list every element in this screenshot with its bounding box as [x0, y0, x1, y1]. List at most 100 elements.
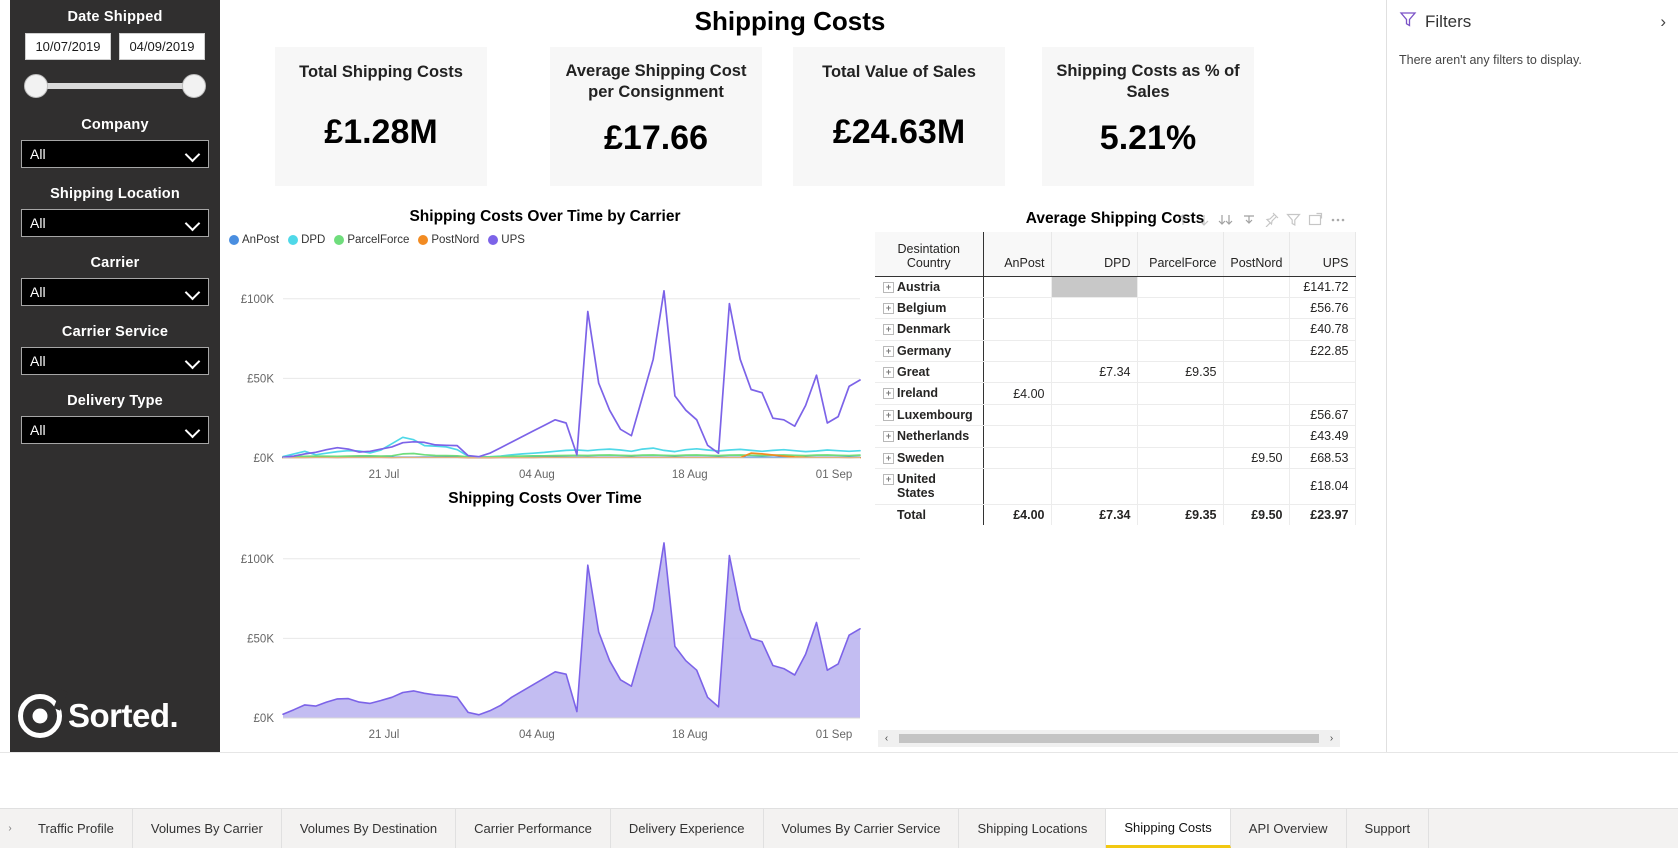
expand-row-icon[interactable]: +: [883, 409, 894, 421]
table-cell-postnord[interactable]: [1223, 468, 1290, 505]
tab-traffic-profile[interactable]: Traffic Profile: [20, 809, 133, 848]
table-cell-parcelforce[interactable]: [1137, 468, 1224, 505]
slicer-company-dropdown[interactable]: All: [21, 140, 209, 168]
expand-row-icon[interactable]: +: [883, 431, 894, 443]
table-cell-anpost[interactable]: [983, 297, 1052, 320]
kpi-card-total-shipping-costs[interactable]: Total Shipping Costs £1.28M: [275, 47, 487, 186]
slicer-carrier-service-dropdown[interactable]: All: [21, 347, 209, 375]
table-cell-postnord[interactable]: [1223, 382, 1290, 405]
slicer-carrier-dropdown[interactable]: All: [21, 278, 209, 306]
matrix-horizontal-scrollbar[interactable]: ‹ ›: [878, 730, 1340, 747]
table-cell-ups[interactable]: £141.72: [1289, 276, 1356, 298]
focus-mode-icon[interactable]: [1308, 212, 1323, 232]
table-cell-dpd[interactable]: £7.34: [1051, 361, 1138, 384]
table-cell-dpd[interactable]: [1051, 382, 1138, 405]
table-cell-parcelforce[interactable]: [1137, 297, 1224, 320]
table-cell-dpd[interactable]: [1051, 425, 1138, 448]
slicer-shipping-location-dropdown[interactable]: All: [21, 209, 209, 237]
page-tab-bar[interactable]: › Traffic Profile Volumes By Carrier Volum…: [0, 808, 1678, 848]
slicer-delivery-type-dropdown[interactable]: All: [21, 416, 209, 444]
table-cell-postnord[interactable]: [1223, 318, 1290, 341]
table-cell-ups[interactable]: £43.49: [1289, 425, 1356, 448]
table-cell-dpd[interactable]: [1051, 340, 1138, 363]
row-header-country[interactable]: + Sweden: [875, 447, 984, 469]
table-row[interactable]: + United States £18.04: [875, 468, 1356, 505]
table-cell-ups[interactable]: £56.76: [1289, 297, 1356, 320]
table-cell-anpost[interactable]: [983, 276, 1052, 298]
tab-carrier-performance[interactable]: Carrier Performance: [456, 809, 611, 848]
kpi-card-average-shipping-cost[interactable]: Average Shipping Cost per Consignment £1…: [550, 47, 762, 186]
table-cell-anpost[interactable]: £4.00: [983, 382, 1052, 405]
table-cell-parcelforce[interactable]: [1137, 340, 1224, 363]
tab-delivery-experience[interactable]: Delivery Experience: [610, 809, 764, 848]
table-cell-ups[interactable]: [1289, 361, 1356, 384]
kpi-card-total-value-of-sales[interactable]: Total Value of Sales £24.63M: [793, 47, 1005, 186]
column-header-ups[interactable]: UPS: [1289, 232, 1356, 277]
legend-item-dpd[interactable]: DPD: [288, 234, 325, 246]
filter-icon[interactable]: [1286, 212, 1301, 232]
table-cell-parcelforce[interactable]: [1137, 447, 1224, 469]
date-end-input[interactable]: 04/09/2019: [119, 33, 205, 60]
drill-through-icon[interactable]: [1241, 213, 1257, 232]
legend-item-ups[interactable]: UPS: [488, 234, 525, 246]
row-header-country[interactable]: + Austria: [875, 276, 984, 298]
table-cell-postnord[interactable]: [1223, 361, 1290, 384]
expand-row-icon[interactable]: +: [883, 281, 894, 293]
more-options-icon[interactable]: [1330, 213, 1346, 232]
legend-item-anpost[interactable]: AnPost: [229, 234, 279, 246]
tab-volumes-by-carrier-service[interactable]: Volumes By Carrier Service: [763, 809, 960, 848]
table-cell-anpost[interactable]: [983, 340, 1052, 363]
average-shipping-costs-matrix[interactable]: Desintation Country AnPost DPD ParcelFor…: [875, 232, 1356, 526]
tab-scroll-right-icon[interactable]: ›: [0, 809, 20, 848]
table-cell-dpd[interactable]: [1051, 276, 1138, 298]
table-cell-anpost[interactable]: [983, 468, 1052, 505]
slider-handle-start[interactable]: [24, 74, 48, 98]
row-header-country[interactable]: + Great: [875, 361, 984, 384]
date-range-slider[interactable]: [24, 73, 206, 99]
table-row[interactable]: + Netherlands £43.49: [875, 425, 1356, 448]
row-header-country[interactable]: + Belgium: [875, 297, 984, 320]
table-cell-dpd[interactable]: [1051, 468, 1138, 505]
table-cell-ups[interactable]: £22.85: [1289, 340, 1356, 363]
table-cell-postnord[interactable]: [1223, 404, 1290, 427]
table-cell-parcelforce[interactable]: [1137, 318, 1224, 341]
row-header-country[interactable]: + Netherlands: [875, 425, 984, 448]
table-row[interactable]: + Germany £22.85: [875, 340, 1356, 363]
table-row[interactable]: + Denmark £40.78: [875, 318, 1356, 341]
expand-row-icon[interactable]: +: [883, 345, 894, 357]
table-cell-ups[interactable]: £56.67: [1289, 404, 1356, 427]
expand-row-icon[interactable]: +: [883, 324, 894, 336]
table-cell-parcelforce[interactable]: [1137, 425, 1224, 448]
table-row[interactable]: + Belgium £56.76: [875, 297, 1356, 320]
column-header-anpost[interactable]: AnPost: [983, 232, 1052, 277]
kpi-card-shipping-costs-pct-of-sales[interactable]: Shipping Costs as % of Sales 5.21%: [1042, 47, 1254, 186]
expand-all-icon[interactable]: [1218, 213, 1234, 232]
expand-row-icon[interactable]: +: [883, 367, 894, 378]
table-cell-ups[interactable]: £40.78: [1289, 318, 1356, 341]
table-cell-postnord[interactable]: £9.50: [1223, 447, 1290, 469]
table-cell-dpd[interactable]: [1051, 447, 1138, 469]
row-header-country[interactable]: + Ireland: [875, 382, 984, 405]
tab-api-overview[interactable]: API Overview: [1230, 809, 1347, 848]
table-cell-parcelforce[interactable]: [1137, 382, 1224, 405]
table-cell-parcelforce[interactable]: £9.35: [1137, 361, 1224, 384]
table-cell-dpd[interactable]: [1051, 404, 1138, 427]
table-cell-anpost[interactable]: [983, 425, 1052, 448]
scrollbar-thumb[interactable]: [899, 734, 1319, 743]
collapse-filters-icon[interactable]: ›: [1660, 12, 1666, 32]
table-row[interactable]: + Luxembourg £56.67: [875, 404, 1356, 427]
date-start-input[interactable]: 10/07/2019: [25, 33, 111, 60]
chart-shipping-costs-over-time-by-carrier[interactable]: Shipping Costs Over Time by Carrier AnPo…: [225, 208, 865, 493]
table-cell-ups[interactable]: £18.04: [1289, 468, 1356, 505]
tab-shipping-costs[interactable]: Shipping Costs: [1106, 809, 1231, 848]
table-cell-anpost[interactable]: [983, 361, 1052, 384]
row-header-country[interactable]: + United States: [875, 468, 984, 505]
scroll-left-arrow-icon[interactable]: ‹: [878, 730, 895, 747]
drill-down-icon[interactable]: [1197, 213, 1211, 232]
drill-up-icon[interactable]: [1176, 213, 1190, 232]
expand-row-icon[interactable]: +: [883, 388, 894, 400]
table-cell-postnord[interactable]: [1223, 297, 1290, 320]
expand-row-icon[interactable]: +: [883, 302, 894, 314]
chart-legend[interactable]: AnPost DPD ParcelForce PostNord UPS: [225, 234, 865, 246]
table-row[interactable]: + Austria £141.72: [875, 276, 1356, 298]
